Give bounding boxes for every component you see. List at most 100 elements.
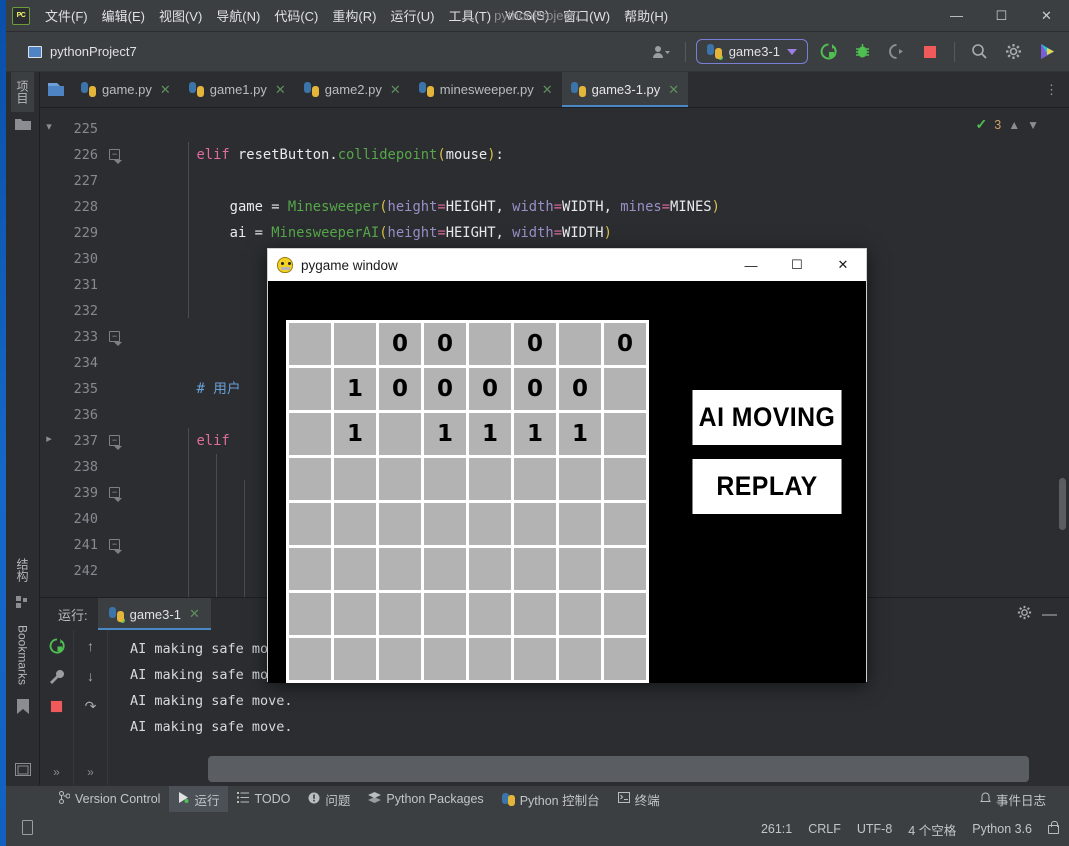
board-cell[interactable] (334, 593, 376, 635)
board-cell[interactable] (334, 458, 376, 500)
stop-icon[interactable] (50, 700, 63, 716)
rerun-icon[interactable] (49, 638, 65, 657)
board-cell[interactable] (604, 548, 646, 590)
memory-indicator-icon[interactable] (20, 819, 35, 839)
close-icon[interactable]: ✕ (275, 82, 286, 98)
minesweeper-board[interactable]: 000010000011111 (286, 320, 649, 683)
status-item-version-control[interactable]: Version Control (50, 787, 169, 811)
board-cell[interactable]: 0 (469, 368, 511, 410)
editor-right-gutter[interactable] (1043, 108, 1069, 597)
board-cell[interactable] (559, 638, 601, 680)
status-item-python-packages[interactable]: Python Packages (359, 788, 492, 811)
search-icon[interactable] (965, 39, 993, 65)
board-cell[interactable] (604, 638, 646, 680)
board-cell[interactable] (379, 458, 421, 500)
board-cell[interactable] (424, 503, 466, 545)
board-cell[interactable] (289, 413, 331, 455)
editor-collapse-gutter[interactable]: ▾ ▸ (40, 108, 58, 597)
board-cell[interactable] (289, 458, 331, 500)
board-cell[interactable]: 1 (469, 413, 511, 455)
tab-list-icon[interactable] (40, 72, 72, 107)
board-cell[interactable] (469, 323, 511, 365)
fold-marker-icon[interactable]: − (109, 331, 122, 346)
board-cell[interactable]: 1 (559, 413, 601, 455)
board-cell[interactable]: 1 (424, 413, 466, 455)
status-item-run[interactable]: 运行 (169, 785, 229, 813)
hide-panel-icon[interactable]: — (1042, 606, 1057, 623)
coverage-icon[interactable] (882, 39, 910, 65)
maximize-button[interactable]: ☐ (979, 0, 1024, 32)
board-cell[interactable] (334, 638, 376, 680)
run-icon[interactable] (814, 39, 842, 65)
close-icon[interactable]: ✕ (189, 606, 200, 622)
line-separator[interactable]: CRLF (808, 822, 841, 836)
more-actions-icon[interactable]: » (87, 765, 94, 785)
board-cell[interactable] (379, 593, 421, 635)
fold-marker-icon[interactable]: − (109, 435, 122, 450)
project-widget[interactable]: pythonProject7 (20, 41, 145, 62)
gear-icon[interactable] (1017, 605, 1032, 623)
board-cell[interactable]: 1 (334, 368, 376, 410)
board-cell[interactable]: 0 (379, 368, 421, 410)
board-cell[interactable] (469, 548, 511, 590)
horizontal-scrollbar[interactable] (208, 756, 1029, 782)
tab-game2-py[interactable]: game2.py ✕ (295, 72, 410, 107)
lock-icon[interactable] (1048, 820, 1059, 834)
layout-icon[interactable] (14, 763, 31, 779)
menu-file[interactable]: 文件(F) (38, 3, 95, 28)
soft-wrap-icon[interactable]: ↷ (85, 698, 97, 715)
pygame-maximize-button[interactable]: ☐ (774, 249, 820, 281)
prev-problem-icon[interactable]: ▲ (1008, 118, 1020, 132)
board-cell[interactable]: 1 (334, 413, 376, 455)
tab-game3-1-py[interactable]: game3-1.py ✕ (561, 72, 689, 107)
wrench-icon[interactable] (49, 669, 65, 688)
menu-edit[interactable]: 编辑(E) (95, 3, 152, 28)
menu-run[interactable]: 运行(U) (383, 3, 441, 28)
inspection-widget[interactable]: ✓ 3 ▲ ▼ (976, 116, 1039, 133)
menu-tools[interactable]: 工具(T) (441, 3, 498, 28)
board-cell[interactable] (559, 503, 601, 545)
close-icon[interactable]: ✕ (668, 82, 679, 98)
board-cell[interactable] (514, 638, 556, 680)
board-cell[interactable] (559, 593, 601, 635)
board-cell[interactable] (469, 503, 511, 545)
pygame-window[interactable]: pygame window — ☐ ✕ 000010000011111 AI M… (267, 248, 867, 683)
board-cell[interactable] (469, 593, 511, 635)
indent-setting[interactable]: 4 个空格 (908, 820, 956, 839)
board-cell[interactable] (514, 458, 556, 500)
fold-marker-icon[interactable]: − (109, 487, 122, 502)
board-cell[interactable] (514, 548, 556, 590)
menu-help[interactable]: 帮助(H) (617, 3, 675, 28)
folder-icon[interactable] (14, 118, 31, 134)
sidebar-item-structure[interactable]: 结构 (11, 550, 34, 590)
board-cell[interactable]: 0 (514, 323, 556, 365)
structure-icon[interactable] (15, 595, 30, 611)
pygame-title-bar[interactable]: pygame window — ☐ ✕ (268, 249, 866, 281)
board-cell[interactable] (559, 458, 601, 500)
close-icon[interactable]: ✕ (542, 82, 553, 98)
board-cell[interactable]: 0 (604, 323, 646, 365)
board-cell[interactable] (379, 548, 421, 590)
sidebar-item-project[interactable]: 项目 (11, 72, 34, 112)
status-item-event-log[interactable]: 事件日志 (971, 786, 1055, 813)
fold-marker-icon[interactable]: − (109, 149, 122, 164)
board-cell[interactable] (469, 638, 511, 680)
ai-status-button[interactable]: AI MOVING (692, 390, 842, 445)
close-button[interactable]: ✕ (1024, 0, 1069, 32)
board-cell[interactable] (514, 503, 556, 545)
next-problem-icon[interactable]: ▼ (1027, 118, 1039, 132)
board-cell[interactable] (469, 458, 511, 500)
board-cell[interactable] (289, 368, 331, 410)
board-cell[interactable] (604, 503, 646, 545)
code-folding-gutter[interactable]: − − − − − (106, 108, 126, 597)
board-cell[interactable] (289, 638, 331, 680)
board-cell[interactable] (379, 413, 421, 455)
board-cell[interactable] (424, 638, 466, 680)
board-cell[interactable]: 0 (424, 323, 466, 365)
board-cell[interactable]: 0 (514, 368, 556, 410)
board-cell[interactable] (289, 593, 331, 635)
stop-icon[interactable] (916, 39, 944, 65)
more-tabs-icon[interactable]: ⋮ (1035, 72, 1069, 107)
board-cell[interactable]: 1 (514, 413, 556, 455)
menu-navigate[interactable]: 导航(N) (209, 3, 267, 28)
